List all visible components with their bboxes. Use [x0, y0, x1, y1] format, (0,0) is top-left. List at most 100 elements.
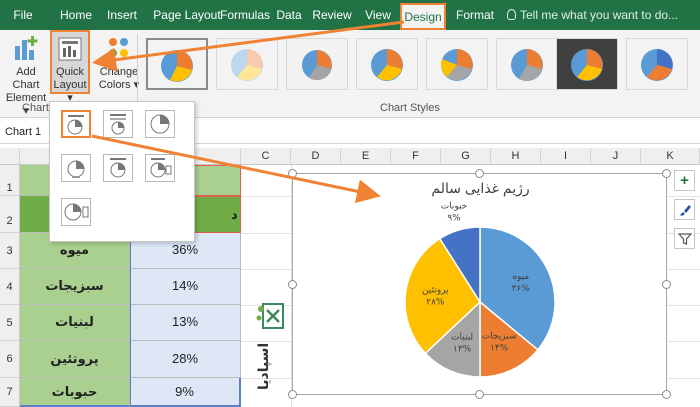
quick-layout-button[interactable]: Quick Layout ▾ [50, 30, 90, 104]
change-colors-button[interactable]: Change Colors ▾ [96, 34, 142, 92]
table-row-value[interactable]: 14% [130, 269, 241, 305]
table-row-label[interactable]: لبنیات [20, 305, 130, 341]
table-row-label[interactable]: پروتئین [20, 341, 130, 378]
filter-icon [677, 233, 692, 245]
group-chart-styles-label: Chart Styles [380, 102, 440, 114]
chart-style-5-preview [441, 49, 473, 81]
layout-1-preview [67, 115, 84, 135]
chart-style-7[interactable] [556, 38, 618, 90]
palette-icon [109, 38, 128, 57]
column-header-j[interactable]: J [591, 148, 641, 165]
column-header-c[interactable]: C [241, 148, 291, 165]
row-header-4[interactable]: 4 [0, 269, 20, 305]
layout-option-5[interactable] [103, 154, 133, 182]
row-header-6[interactable]: 6 [0, 341, 20, 378]
row-header-2[interactable]: 2 [0, 196, 20, 233]
tab-format[interactable]: Format [453, 0, 497, 30]
brush-icon [679, 205, 691, 216]
resize-handle-bottom-right[interactable] [662, 390, 671, 399]
row-header-7[interactable]: 7 [0, 378, 20, 407]
chart-style-3-preview [287, 39, 347, 89]
tab-formulas[interactable]: Formulas [214, 0, 276, 30]
table-row-label[interactable]: حبوبات [20, 378, 130, 407]
chart-style-4[interactable] [356, 38, 418, 90]
chart-filters-button[interactable] [674, 228, 695, 249]
pie-value-label: ۳۶% [512, 284, 531, 294]
pie-category-label: میوه [512, 272, 529, 282]
chart-style-1-preview [161, 50, 193, 82]
pie-chart[interactable]: رژیم غذایی سالم میوه ۳۶% سبزیجات ۱۴% لبنیات ۱… [292, 173, 667, 395]
layout-option-2[interactable] [103, 110, 133, 138]
change-colors-label-2: Colors ▾ [98, 79, 140, 91]
tab-design[interactable]: Design [400, 3, 446, 30]
column-header-e[interactable]: E [341, 148, 391, 165]
plus-icon: + [680, 172, 689, 189]
layout-6-preview [150, 158, 172, 178]
column-header-f[interactable]: F [391, 148, 441, 165]
column-header-i[interactable]: I [541, 148, 591, 165]
table-row-label[interactable]: سبزیجات [20, 269, 130, 305]
tab-data[interactable]: Data [272, 0, 306, 30]
tab-review[interactable]: Review [312, 0, 352, 30]
tab-home[interactable]: Home [56, 0, 96, 30]
tab-file[interactable]: File [6, 0, 40, 30]
add-chart-element-icon [15, 36, 38, 60]
table-row-value[interactable]: 28% [130, 341, 241, 378]
select-all-corner[interactable] [0, 148, 20, 165]
layout-option-6[interactable] [145, 154, 175, 182]
chart-styles-gallery [140, 36, 700, 98]
pie-category-label: لبنیات [451, 332, 473, 342]
layout-option-7[interactable] [61, 198, 91, 226]
pie-value-label: ۲۸% [426, 297, 445, 307]
pie-category-label: پروتئین [422, 285, 449, 295]
layout-7-preview [64, 203, 89, 221]
espadia-logo: اسپادیا [253, 300, 289, 392]
resize-handle-top-left[interactable] [288, 169, 297, 178]
resize-handle-left[interactable] [288, 280, 297, 289]
layout-option-3[interactable] [145, 110, 175, 138]
chart-style-4-preview [371, 49, 403, 81]
logo-mark-icon [256, 303, 284, 329]
chart-style-2[interactable] [216, 38, 278, 90]
chart-style-5[interactable] [426, 38, 488, 90]
row-header-5[interactable]: 5 [0, 305, 20, 341]
column-header-g[interactable]: G [441, 148, 491, 165]
table-row-value[interactable]: 13% [130, 305, 241, 341]
change-colors-label: Change [99, 66, 139, 78]
tab-view[interactable]: View [362, 0, 394, 30]
layout-option-1[interactable] [61, 110, 91, 138]
pie-category-label: حبوبات [441, 202, 468, 212]
resize-handle-right[interactable] [662, 280, 671, 289]
layout-option-4[interactable] [61, 154, 91, 182]
chart-styles-button[interactable] [674, 199, 695, 220]
chart-style-1[interactable] [146, 38, 208, 90]
resize-handle-top[interactable] [475, 169, 484, 178]
chart-elements-button[interactable]: + [674, 170, 695, 191]
layout-4-preview [67, 160, 85, 178]
chart-style-3[interactable] [286, 38, 348, 90]
pie-value-label: ۱۴% [490, 344, 509, 354]
chart-style-6-preview [511, 49, 543, 81]
resize-handle-bottom-left[interactable] [288, 390, 297, 399]
chart-style-2-preview [231, 49, 263, 81]
row-header-1[interactable]: 1 [0, 165, 20, 196]
quick-layout-dropdown [49, 101, 195, 242]
resize-handle-top-right[interactable] [662, 169, 671, 178]
tell-me-search[interactable]: Tell me what you want to do... [507, 0, 678, 30]
row-header-3[interactable]: 3 [0, 233, 20, 269]
column-header-k[interactable]: K [641, 148, 700, 165]
range-border [130, 233, 131, 407]
layout-3-preview [150, 114, 170, 134]
column-header-h[interactable]: H [491, 148, 541, 165]
chart-style-8[interactable] [626, 38, 688, 90]
pie-value-label: ۱۳% [453, 344, 472, 354]
tell-me-text: Tell me what you want to do... [520, 8, 679, 22]
table-row-value[interactable]: 9% [130, 378, 241, 407]
logo-text: اسپادیا [255, 342, 271, 390]
chart-style-6[interactable] [496, 38, 558, 90]
resize-handle-bottom[interactable] [475, 390, 484, 399]
ribbon-tab-bar: File Home Insert Page Layout Formulas Da… [0, 0, 700, 30]
tab-insert[interactable]: Insert [102, 0, 142, 30]
column-header-d[interactable]: D [291, 148, 341, 165]
pie-category-label: سبزیجات [482, 332, 517, 342]
